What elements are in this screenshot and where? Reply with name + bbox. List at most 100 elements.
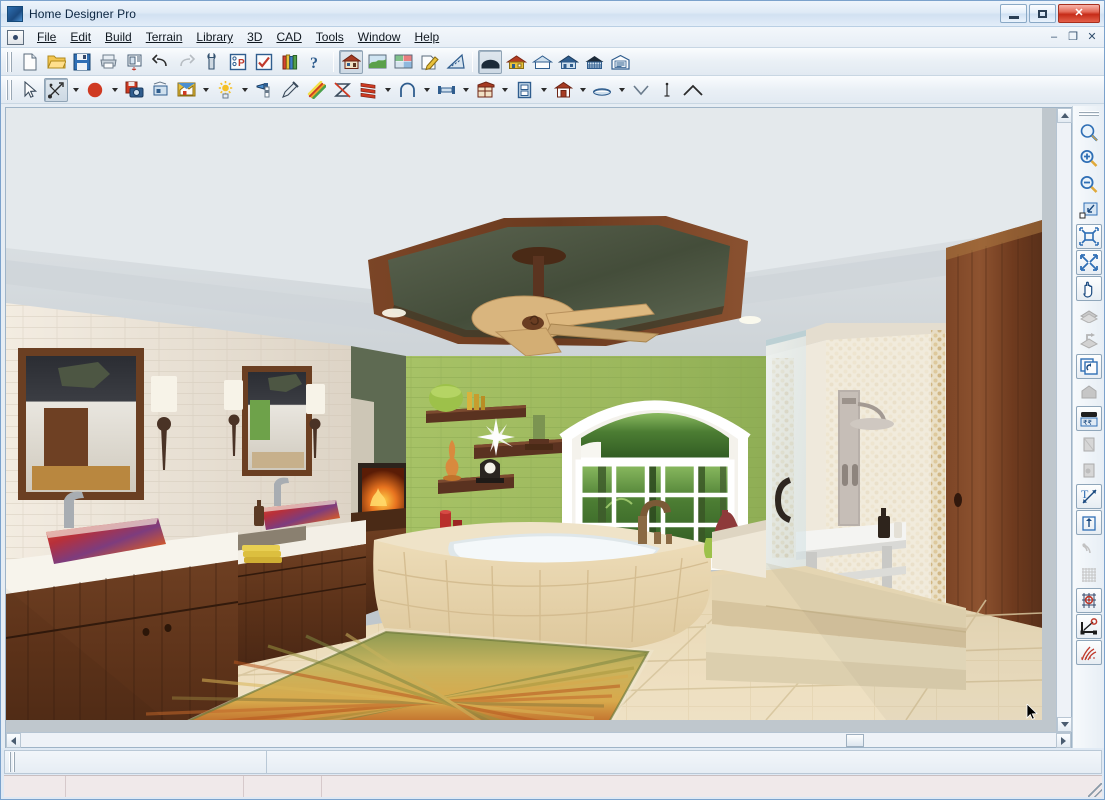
- overview-icon[interactable]: [530, 50, 554, 74]
- print-icon[interactable]: [96, 50, 120, 74]
- redo-icon[interactable]: [174, 50, 198, 74]
- camera-tools-icon[interactable]: [44, 78, 68, 102]
- roof-gable-icon[interactable]: [681, 78, 705, 102]
- wall-tools-dropdown[interactable]: [381, 78, 394, 102]
- zoom-in-icon[interactable]: [1076, 146, 1102, 171]
- maximize-button[interactable]: [1029, 4, 1056, 23]
- mdi-restore-button[interactable]: ❐: [1065, 29, 1081, 44]
- pan-hand-icon[interactable]: [1076, 276, 1102, 301]
- floor-plan-view-icon[interactable]: [339, 50, 363, 74]
- material-painter-icon[interactable]: [391, 50, 415, 74]
- horizontal-scroll-thumb[interactable]: [846, 734, 864, 747]
- horizontal-scroll-track[interactable]: [21, 733, 1056, 747]
- viewport-vertical-scrollbar[interactable]: [1056, 108, 1071, 732]
- sun-angle-icon[interactable]: [213, 78, 237, 102]
- library-browser-icon[interactable]: [278, 50, 302, 74]
- menu-item-build[interactable]: Build: [98, 28, 139, 46]
- backdrop-icon[interactable]: [148, 78, 172, 102]
- menu-item-window[interactable]: Window: [351, 28, 408, 46]
- eyedropper-icon[interactable]: [278, 78, 302, 102]
- cross-section-icon[interactable]: [608, 50, 632, 74]
- window-dropdown[interactable]: [537, 78, 550, 102]
- toolbar-grip[interactable]: [5, 52, 13, 72]
- zoom-window-icon[interactable]: [1076, 120, 1102, 145]
- doll-house-view-icon[interactable]: [556, 50, 580, 74]
- scroll-left-arrow[interactable]: [6, 733, 21, 748]
- framing-overview-icon[interactable]: [582, 50, 606, 74]
- rainbow-icon[interactable]: [304, 78, 328, 102]
- camera-tools-dropdown[interactable]: [69, 78, 82, 102]
- help-question-icon[interactable]: ?: [304, 50, 328, 74]
- vertical-scroll-track[interactable]: [1057, 123, 1071, 717]
- cabinet-face-icon[interactable]: ₹₹: [1076, 406, 1102, 431]
- save-plan-icon[interactable]: [70, 50, 94, 74]
- railing-dropdown[interactable]: [420, 78, 433, 102]
- undo-icon[interactable]: [148, 50, 172, 74]
- color-fill-dropdown[interactable]: [108, 78, 121, 102]
- menu-item-cad[interactable]: CAD: [269, 28, 308, 46]
- menu-item-file[interactable]: File: [30, 28, 63, 46]
- close-button[interactable]: ✕: [1058, 4, 1100, 23]
- 3d-camera-viewport[interactable]: [6, 108, 1056, 732]
- grid-icon[interactable]: [1076, 562, 1102, 587]
- door-dropdown[interactable]: [576, 78, 589, 102]
- menu-item-tools[interactable]: Tools: [309, 28, 351, 46]
- scroll-right-arrow[interactable]: [1056, 733, 1071, 748]
- door-tools-icon[interactable]: [551, 78, 575, 102]
- roof-shape-icon[interactable]: [1076, 380, 1102, 405]
- wall-cut-icon[interactable]: [1076, 432, 1102, 457]
- material-sprayer-icon[interactable]: [252, 78, 276, 102]
- status-grip[interactable]: [8, 752, 16, 772]
- fill-window-frame-icon[interactable]: [1076, 224, 1102, 249]
- stair-dropdown[interactable]: [615, 78, 628, 102]
- refresh-display-icon[interactable]: [1076, 354, 1102, 379]
- menu-item-library[interactable]: Library: [189, 28, 240, 46]
- ruler-icon[interactable]: [443, 50, 467, 74]
- floor-reference-icon[interactable]: [1076, 328, 1102, 353]
- new-plan-icon[interactable]: [18, 50, 42, 74]
- railing-arc-icon[interactable]: [395, 78, 419, 102]
- mdi-close-button[interactable]: ✕: [1084, 29, 1100, 44]
- color-fill-icon[interactable]: [83, 78, 107, 102]
- angle-snap-icon[interactable]: [1076, 614, 1102, 639]
- plan-check-icon[interactable]: [252, 50, 276, 74]
- menu-item-terrain[interactable]: Terrain: [139, 28, 190, 46]
- house-elevation-icon[interactable]: [504, 50, 528, 74]
- edit-area-icon[interactable]: [417, 50, 441, 74]
- window-tools-icon[interactable]: [512, 78, 536, 102]
- menu-item-help[interactable]: Help: [407, 28, 446, 46]
- minimize-button[interactable]: [1000, 4, 1027, 23]
- soffit-beam-icon[interactable]: [434, 78, 458, 102]
- text-leader-icon[interactable]: T: [1076, 484, 1102, 509]
- preferences-wrench-icon[interactable]: [200, 50, 224, 74]
- scroll-down-arrow[interactable]: [1057, 717, 1072, 732]
- document-icon[interactable]: [7, 30, 24, 45]
- cabinet-dropdown[interactable]: [498, 78, 511, 102]
- callout-arrow-icon[interactable]: [1076, 510, 1102, 535]
- roof-valley-icon[interactable]: [629, 78, 653, 102]
- zoom-out-icon[interactable]: [1076, 172, 1102, 197]
- roof-post-icon[interactable]: [655, 78, 679, 102]
- floor-up-icon[interactable]: [1076, 302, 1102, 327]
- wall-tools-icon[interactable]: [356, 78, 380, 102]
- soffit-dropdown[interactable]: [459, 78, 472, 102]
- rendering-dropdown[interactable]: [199, 78, 212, 102]
- snap-grid-icon[interactable]: [1076, 588, 1102, 613]
- sun-angle-dropdown[interactable]: [238, 78, 251, 102]
- stair-tools-icon[interactable]: [590, 78, 614, 102]
- mdi-minimize-button[interactable]: –: [1046, 29, 1062, 44]
- wall-material-icon[interactable]: [1076, 458, 1102, 483]
- select-arrow-icon[interactable]: [18, 78, 42, 102]
- default-settings-icon[interactable]: P: [226, 50, 250, 74]
- save-camera-icon[interactable]: [122, 78, 146, 102]
- no-texture-icon[interactable]: [330, 78, 354, 102]
- marker-icon[interactable]: [1076, 536, 1102, 561]
- cabinet-tools-icon[interactable]: [473, 78, 497, 102]
- scroll-up-arrow[interactable]: [1057, 108, 1072, 123]
- rendering-house-icon[interactable]: [174, 78, 198, 102]
- viewport-horizontal-scrollbar[interactable]: [6, 732, 1071, 747]
- toolbar-grip[interactable]: [5, 80, 13, 100]
- view-toolbar-grip[interactable]: [1079, 110, 1099, 117]
- menu-item-edit[interactable]: Edit: [63, 28, 98, 46]
- full-camera-icon[interactable]: [478, 50, 502, 74]
